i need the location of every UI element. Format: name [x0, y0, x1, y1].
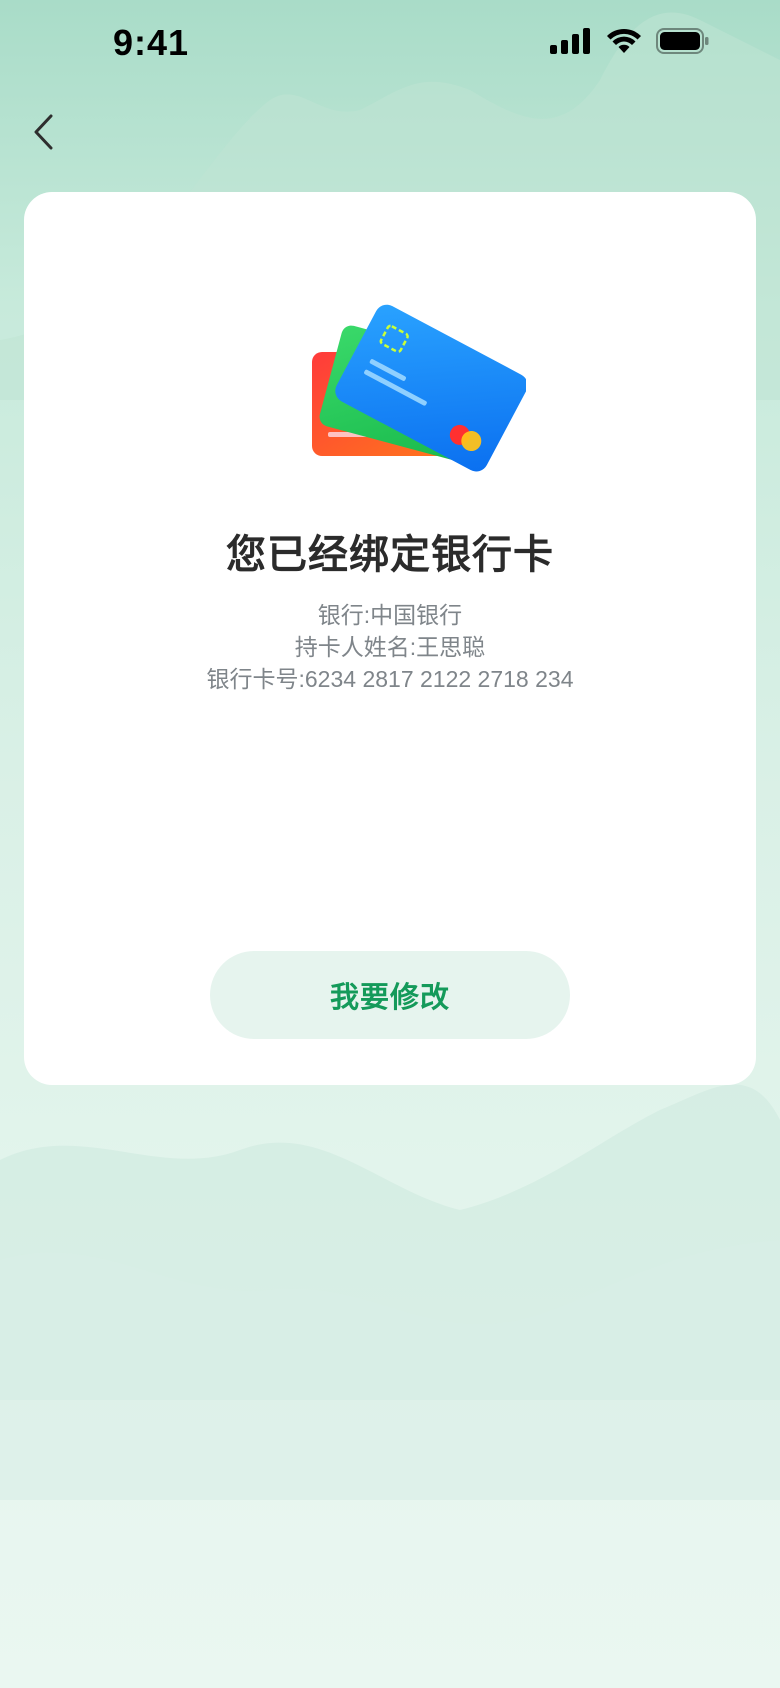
- status-bar: 9:41: [0, 0, 780, 90]
- bank-cards-icon: [312, 304, 526, 472]
- battery-icon: [656, 28, 709, 54]
- status-icons: [550, 28, 710, 54]
- back-button[interactable]: [22, 106, 66, 158]
- card-info: 银行:中国银行 持卡人姓名:王思聪 银行卡号:6234 2817 2122 27…: [24, 599, 756, 695]
- bound-title: 您已经绑定银行卡: [226, 533, 554, 577]
- bound-card-panel: 您已经绑定银行卡 银行:中国银行 持卡人姓名:王思聪 银行卡号:6234 281…: [24, 192, 756, 1085]
- chevron-left-icon: [34, 114, 53, 150]
- card-number-text: 银行卡号:6234 2817 2122 2718 234: [206, 666, 574, 692]
- status-time: 9:41: [113, 22, 190, 63]
- signal-icon: [550, 28, 590, 54]
- edit-card-button[interactable]: 我要修改: [210, 951, 570, 1039]
- card-holder-text: 持卡人姓名:王思聪: [294, 634, 486, 660]
- bank-name-text: 银行:中国银行: [317, 602, 463, 628]
- wifi-icon: [607, 28, 641, 53]
